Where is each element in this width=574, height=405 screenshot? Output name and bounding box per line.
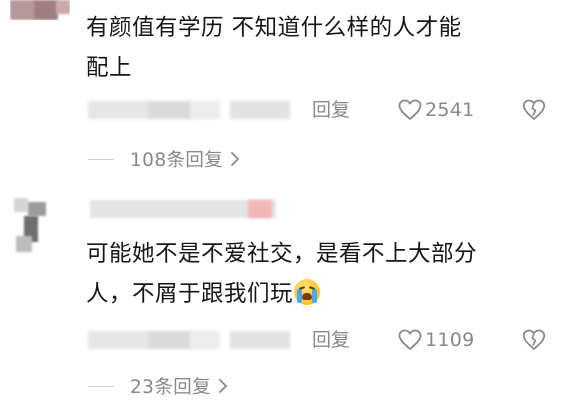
- loudly-crying-face-icon: [294, 279, 321, 305]
- replies-count-label: 23条回复: [130, 377, 212, 398]
- expand-replies[interactable]: 108条回复: [88, 147, 241, 171]
- comment-text-line: 配上: [86, 55, 133, 81]
- expand-replies[interactable]: 23条回复: [88, 374, 229, 398]
- heart-outline-icon: [398, 329, 422, 350]
- blurred-username-and-time: [88, 101, 293, 121]
- broken-heart-icon: [522, 329, 546, 350]
- like-button[interactable]: 2541: [398, 96, 475, 124]
- dislike-button[interactable]: [522, 328, 546, 356]
- avatar[interactable]: [10, 0, 70, 20]
- blurred-badge: [248, 200, 272, 218]
- chevron-right-icon: [231, 152, 240, 166]
- replies-count-label: 108条回复: [130, 150, 224, 171]
- comment-text: 有颜值有学历 不知道什么样的人才能 配上: [86, 8, 556, 88]
- chevron-right-icon: [219, 379, 227, 393]
- reply-button[interactable]: 回复: [312, 326, 350, 354]
- comment-text-line: 可能她不是不爱社交，是看不上大部分: [86, 241, 478, 267]
- comment-meta: 回复 2541: [88, 96, 558, 124]
- comment-text-content: 人，不屑于跟我们玩: [86, 281, 294, 307]
- divider: [88, 385, 114, 387]
- reply-button[interactable]: 回复: [312, 96, 350, 124]
- like-count: 2541: [425, 99, 475, 121]
- heart-outline-icon: [398, 99, 422, 120]
- broken-heart-icon: [522, 99, 546, 120]
- like-count: 1109: [425, 329, 475, 351]
- comment-text-line: 有颜值有学历 不知道什么样的人才能: [86, 15, 462, 41]
- divider: [88, 158, 114, 160]
- comment-meta: 回复 1109: [88, 326, 558, 354]
- comment-text-line: 人，不屑于跟我们玩: [86, 274, 556, 314]
- like-button[interactable]: 1109: [398, 326, 475, 354]
- dislike-button[interactable]: [522, 98, 546, 126]
- blurred-username-and-time: [88, 331, 293, 351]
- comment-text: 可能她不是不爱社交，是看不上大部分 人，不屑于跟我们玩: [86, 234, 556, 314]
- avatar[interactable]: [14, 198, 54, 258]
